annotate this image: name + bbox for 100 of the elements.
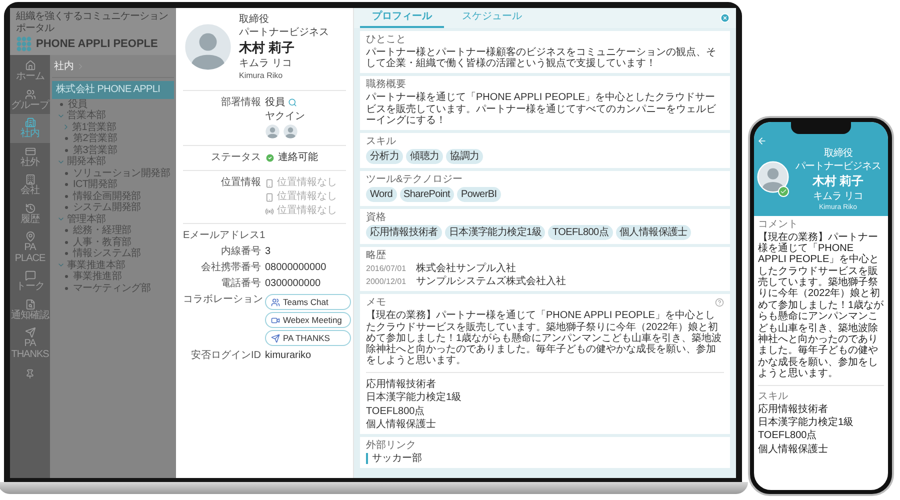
tree-item[interactable]: 第2営業部 <box>73 133 118 144</box>
tree-item[interactable]: 総務・経理部 <box>73 225 132 236</box>
section-label: 資格 <box>366 212 387 223</box>
tag: TOEFL800点 <box>548 224 612 240</box>
map-pin-icon <box>24 231 36 242</box>
field-value: 3 <box>265 246 272 258</box>
collaboration-button[interactable]: Webex Meeting <box>265 312 351 328</box>
skill-line: 個人情報保護士 <box>758 444 829 456</box>
bullet-icon <box>65 148 68 152</box>
person-name: 木村 莉子 <box>812 173 864 190</box>
department: パートナービジネス <box>795 160 881 172</box>
help-icon[interactable] <box>715 298 724 308</box>
tree-item[interactable]: 役員 <box>68 98 88 110</box>
tree-item[interactable]: 株式会社 PHONE APPLI <box>52 81 174 98</box>
bullet-icon <box>65 286 68 290</box>
tree-item[interactable]: 事業推進部 <box>73 271 122 282</box>
tag: 傾聴力 <box>406 148 444 164</box>
tree-item[interactable]: 第1営業部 <box>72 122 116 133</box>
chevron-right-icon[interactable] <box>62 123 70 132</box>
tree-item[interactable]: 人事・教育部 <box>73 236 132 248</box>
bullet-icon <box>65 183 68 186</box>
comment-text: 【現在の業務】パートナー様を通じて「PHONE APPLI PEOPLE」を中心としたクラウドサービスを販売しています。築地獅子祭りに今年（2022年）娘と初めて参加しました！1歳ながらも懸命にアンパンマンこども山車を引き、築地波除神社へと向かったのでありました。毎年子どもの健やかな成長を願い、参加をしようと思います。 <box>758 232 884 380</box>
nav-item[interactable]: 会社 <box>10 171 50 200</box>
history-text: 株式会社サンプル入社 <box>416 262 516 274</box>
tag: PowerBI <box>457 186 501 202</box>
back-icon[interactable] <box>757 136 767 146</box>
field-label: 内線番号 <box>220 246 261 258</box>
nav-item[interactable]: 社内 <box>10 114 50 142</box>
logo-grid-icon <box>16 36 32 52</box>
location-value: 位置情報なし <box>277 205 337 217</box>
tree-item[interactable]: システム開発部 <box>73 202 141 214</box>
pin-icon[interactable] <box>25 369 35 379</box>
nav-item[interactable]: 通知確認 <box>10 296 50 324</box>
department: パートナービジネス <box>239 26 329 38</box>
tree-item[interactable]: 情報システム部 <box>73 248 141 260</box>
history-date: 2000/12/01 <box>366 277 406 286</box>
tree-item[interactable]: 第3営業部 <box>73 144 118 156</box>
section-label: 略歴 <box>366 250 387 261</box>
nav-item[interactable]: PA PLACE <box>10 228 50 267</box>
breadcrumb[interactable]: 社内 <box>54 59 74 73</box>
field-label: 位置情報 <box>220 177 261 189</box>
paper-plane-icon <box>271 334 280 342</box>
nav-item[interactable]: PA THANKS <box>10 324 50 363</box>
section-label: メモ <box>366 297 386 308</box>
profile-avatar <box>183 22 233 72</box>
external-link[interactable]: サッカー部 <box>366 453 724 464</box>
comment-label: コメント <box>758 218 799 230</box>
section-label: ひとこと <box>366 34 407 45</box>
office-building-icon <box>24 117 36 128</box>
tag: 協調力 <box>446 148 484 164</box>
tree-item[interactable]: マーケティング部 <box>73 282 151 294</box>
name-roman: Kimura Riko <box>239 70 284 80</box>
name-kana: キムラ リコ <box>813 191 863 202</box>
memo-line: 応用情報技術者 <box>366 379 437 390</box>
collaboration-button[interactable]: PA THANKS <box>265 330 351 346</box>
tree-item[interactable]: 開発本部 <box>67 156 106 168</box>
field-value: kimurariko <box>265 350 312 362</box>
tree-item[interactable]: 情報企画開発部 <box>73 190 141 202</box>
bullet-icon <box>65 275 68 278</box>
nav-item[interactable]: トーク <box>10 267 50 296</box>
job-title: 取締役 <box>824 148 852 160</box>
tag: 分析力 <box>366 148 404 164</box>
section-text: パートナー様とパートナー様顧客のビジネスをコミュニケーションの観点、そして企業・組織で働く皆様の活躍という観点で支援しています！ <box>366 47 717 70</box>
collaboration-button[interactable]: Teams Chat <box>265 294 351 310</box>
nav-item[interactable]: グループ <box>10 86 50 114</box>
tab[interactable]: プロフィール <box>360 8 444 28</box>
tree-item[interactable]: ソリューション開発部 <box>73 168 170 179</box>
close-icon[interactable] <box>720 13 730 23</box>
tab[interactable]: スケジュール <box>450 8 534 28</box>
phone-notch <box>791 122 851 134</box>
tree-item[interactable]: 営業本部 <box>67 110 106 122</box>
history-text: サンプルシステムズ株式会社入社 <box>416 276 566 288</box>
house-icon <box>24 60 36 71</box>
tag: Word <box>366 186 397 202</box>
member-avatar <box>283 124 298 139</box>
bullet-icon <box>65 229 68 232</box>
tree-item[interactable]: 事業推進本部 <box>67 260 126 271</box>
profile-avatar <box>757 160 789 193</box>
bullet-icon <box>65 206 68 210</box>
nav-item[interactable]: 履歴 <box>10 200 50 228</box>
location-icon <box>265 178 274 188</box>
location-icon <box>265 192 274 202</box>
building-icon <box>24 174 36 185</box>
department-value: 役員 <box>265 96 285 108</box>
location-icon <box>265 206 274 216</box>
status-value: 連絡可能 <box>278 152 318 164</box>
nav-item[interactable]: ホーム <box>10 57 50 86</box>
memo-line: 個人情報保護士 <box>366 418 437 430</box>
field-label: 部署情報 <box>220 96 261 108</box>
field-label: 電話番号 <box>220 278 261 290</box>
bullet-icon <box>65 137 68 140</box>
tree-item[interactable]: 管理本部 <box>67 214 106 225</box>
tag: 個人情報保護士 <box>616 224 692 240</box>
search-icon[interactable] <box>288 98 297 107</box>
field-label: 安否ログインID <box>190 350 261 362</box>
nav-item[interactable]: 社外 <box>10 142 50 171</box>
id-card-icon <box>24 146 36 156</box>
section-label: スキル <box>366 136 397 147</box>
logo-text: PHONE APPLI PEOPLE <box>36 38 158 50</box>
tree-item[interactable]: ICT開発部 <box>73 179 118 190</box>
